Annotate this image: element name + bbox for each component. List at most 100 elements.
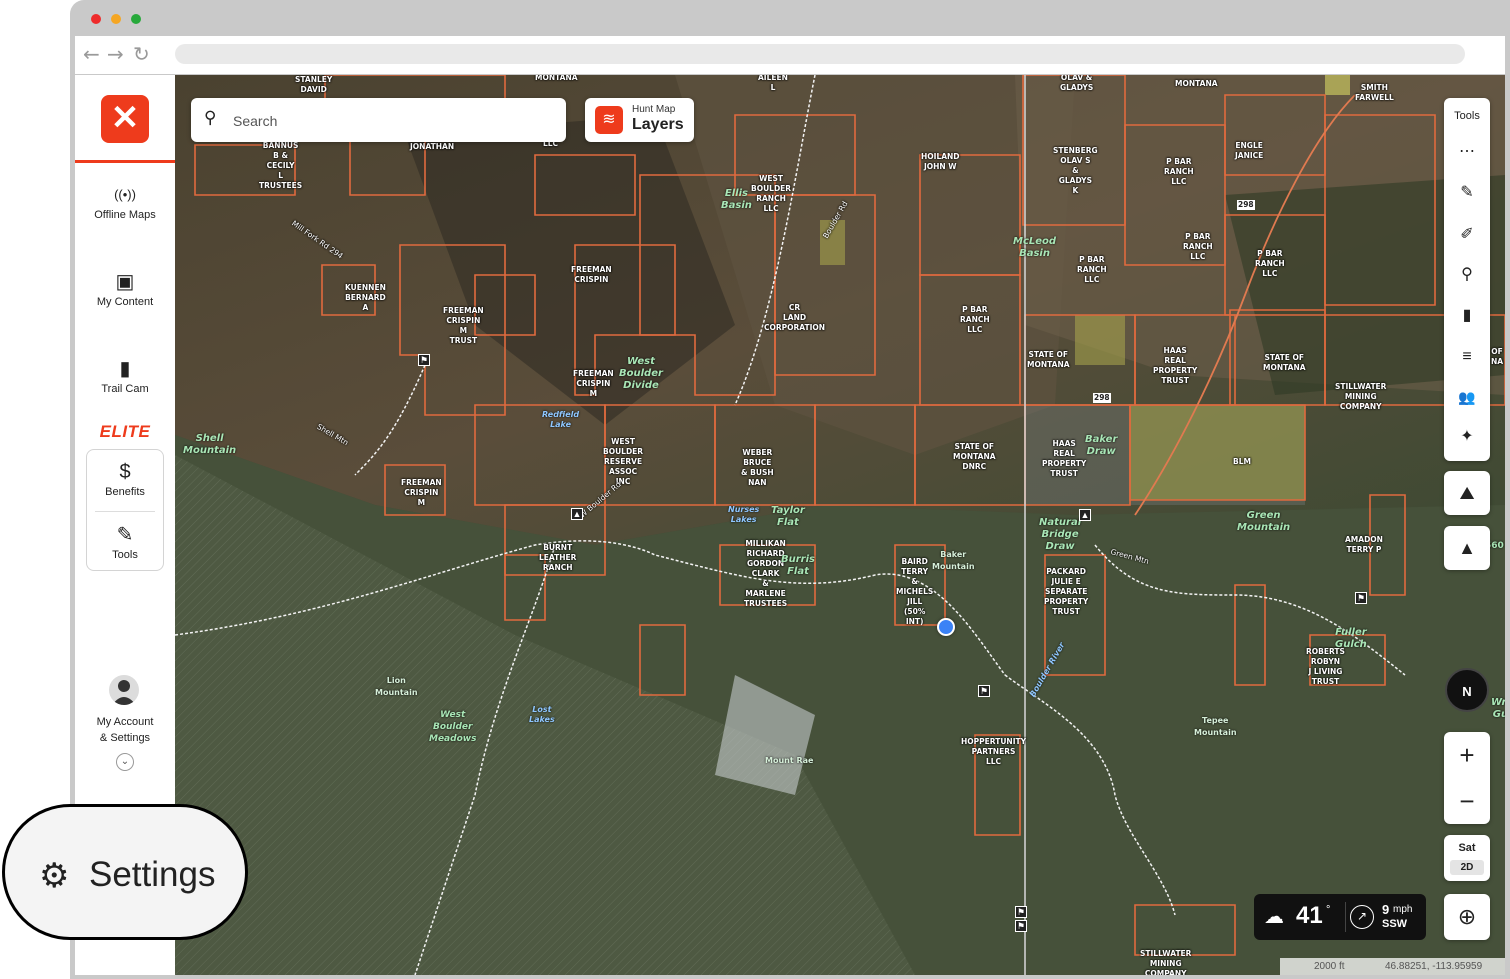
feature-label: Mount Rae xyxy=(765,756,814,765)
location-pin-icon[interactable]: ⚲ xyxy=(1452,260,1482,290)
temperature: 41 xyxy=(1296,902,1323,929)
parcel-label: STENBERG OLAV S & GLADYS K xyxy=(1053,146,1098,195)
sidebar-item-tools[interactable]: ✎ Tools xyxy=(75,521,175,561)
map-type-toggle[interactable]: Sat 2D xyxy=(1444,835,1490,881)
feature-label: Ellis Basin xyxy=(721,188,752,211)
tools-icon: ✎ xyxy=(116,524,134,546)
parcel-label: BAIRD TERRY & MICHELS JILL (50% INT) xyxy=(896,557,934,626)
sidebar-item-label: Trail Cam xyxy=(101,383,149,395)
onx-logo-button[interactable]: ✕ xyxy=(101,95,149,143)
my-account-settings[interactable]: My Account & Settings xyxy=(75,714,175,746)
sidebar-item-benefits[interactable]: $ Benefits xyxy=(75,458,175,498)
user-location-dot[interactable] xyxy=(937,618,955,636)
trailhead-icon[interactable]: ⚑ xyxy=(1355,592,1367,604)
tools-title: Tools xyxy=(1454,110,1480,122)
trailhead-icon[interactable]: ⚑ xyxy=(418,354,430,366)
close-window-dot[interactable] xyxy=(91,14,101,24)
trailhead-icon[interactable]: ⚑ xyxy=(1015,920,1027,932)
feature-label: Nurses Lakes xyxy=(728,505,760,524)
wind-icon[interactable]: ≡ xyxy=(1452,342,1482,372)
people-icon[interactable]: 👥 xyxy=(1452,382,1482,412)
parcel-label: STATE OF MONTANA xyxy=(1027,350,1070,369)
parcel-label: HAAS REAL PROPERTY TRUST xyxy=(1153,346,1198,385)
mountain-icon: ▲ xyxy=(1458,538,1476,558)
wind-speed: 9 xyxy=(1382,902,1390,917)
road-shield: 298 xyxy=(1093,393,1111,403)
feature-label: Redfield Lake xyxy=(542,410,580,429)
chevron-down-icon[interactable]: ⌄ xyxy=(116,753,134,771)
settings-callout[interactable]: ⚙ Settings xyxy=(2,804,248,940)
campground-icon[interactable]: ▲ xyxy=(1079,509,1091,521)
draw-line-icon[interactable]: ✎ xyxy=(1452,178,1482,208)
parcel-label: FREEMAN CRISPIN xyxy=(571,265,612,284)
search-bar[interactable]: ⚲ Search xyxy=(191,98,566,142)
parcel-label: FREEMAN CRISPIN M TRUST xyxy=(443,306,484,345)
parcel-label: PACKARD JULIE E SEPARATE PROPERTY TRUST xyxy=(1044,567,1089,616)
trailhead-icon[interactable]: ⚑ xyxy=(1015,906,1027,918)
draw-shape-icon[interactable]: ✐ xyxy=(1452,220,1482,250)
sidebar-item-my-content[interactable]: ▣ My Content xyxy=(75,268,175,308)
campground-icon[interactable]: ▲ xyxy=(571,508,583,520)
tools-panel: Tools ⋯ ✎ ✐ ⚲ ▮ ≡ 👥 ✦ xyxy=(1444,98,1490,461)
settings-label: & Settings xyxy=(99,732,151,744)
search-icon: ⚲ xyxy=(204,108,217,127)
maximize-window-dot[interactable] xyxy=(131,14,141,24)
back-arrow-icon[interactable]: ← xyxy=(83,42,100,66)
reload-icon[interactable]: ↻ xyxy=(133,42,150,66)
trail-camera-icon: ▮ xyxy=(119,358,131,380)
avatar[interactable] xyxy=(109,675,139,705)
parcel-label: WEST BOULDER RESERVE ASSOC INC xyxy=(603,437,644,486)
parcel-label: AILEEN L xyxy=(758,75,788,92)
dollar-circle-icon: $ xyxy=(119,461,131,483)
wind-direction: SSW xyxy=(1382,918,1408,930)
zoom-in-button[interactable]: + xyxy=(1444,732,1490,778)
trail-camera-icon[interactable]: ▮ xyxy=(1452,301,1482,331)
feature-label: Fuller Gulch xyxy=(1335,627,1367,650)
gps-locate-button[interactable]: ⊕ xyxy=(1444,894,1490,940)
sidebar-item-offline-maps[interactable]: ((•)) Offline Maps xyxy=(75,181,175,221)
feature-label: OF NA xyxy=(1491,347,1504,366)
scale-distance: 2000 ft xyxy=(1314,961,1345,972)
parcel-label: HAAS REAL PROPERTY TRUST xyxy=(1042,439,1087,478)
parcel-label: STANLEY DAVID xyxy=(295,75,333,94)
feature-label: McLeod Basin xyxy=(1013,236,1057,259)
satellite-icon[interactable]: ✦ xyxy=(1452,422,1482,452)
parcel-label: OLAV & GLADYS xyxy=(1060,75,1094,92)
parcel-label: P BAR RANCH LLC xyxy=(1255,249,1285,278)
wind-unit: mph xyxy=(1393,904,1413,915)
feature-label: West Boulder Meadows xyxy=(429,710,477,744)
weather-widget[interactable]: ☁ 41 ° ↗ 9 mph SSW xyxy=(1254,894,1426,940)
parcel-label: MONTANA xyxy=(1175,79,1218,88)
feature-label: Baker Draw xyxy=(1085,434,1118,457)
elite-label: ELITE xyxy=(99,422,151,441)
layers-subtitle: Hunt Map xyxy=(632,104,676,115)
3d-mountain-button[interactable]: ▲ xyxy=(1444,526,1490,570)
degree-symbol: ° xyxy=(1326,904,1331,916)
hunt-map-layers-button[interactable]: ≋ Hunt Map Layers xyxy=(585,98,694,142)
compass-button[interactable]: N xyxy=(1445,668,1489,712)
minimize-window-dot[interactable] xyxy=(111,14,121,24)
sidebar-item-label: Benefits xyxy=(105,486,145,498)
parcel-label: ENGLE JANICE xyxy=(1235,141,1264,160)
logo-underline xyxy=(75,160,175,163)
scale-bar: 2000 ft 46.88251, -113.95959 xyxy=(1280,958,1505,975)
feature-label: Taylor Flat xyxy=(771,505,805,528)
coordinates-readout: 46.88251, -113.95959 xyxy=(1385,961,1483,972)
map-canvas[interactable]: STANLEY DAVID MONTANA AILEEN L OLAV & GL… xyxy=(175,75,1505,975)
zoom-out-button[interactable]: − xyxy=(1444,778,1490,824)
feature-label: Tepee Mountain xyxy=(1194,716,1237,737)
browser-nav-bar: ← → ↻ xyxy=(75,36,1505,74)
parcel-label: P BAR RANCH LLC xyxy=(960,305,990,334)
address-bar[interactable] xyxy=(175,44,1465,64)
offline-signal-icon: ((•)) xyxy=(114,187,136,202)
terrain-button[interactable]: ⛰ xyxy=(1444,471,1490,515)
trailhead-icon[interactable]: ⚑ xyxy=(978,685,990,697)
sidebar-item-trail-cam[interactable]: ▮ Trail Cam xyxy=(75,355,175,395)
search-input[interactable]: Search xyxy=(233,113,277,129)
layers-title: Layers xyxy=(632,116,684,133)
parcel-label: MONTANA xyxy=(535,75,578,82)
parcel-label: JONATHAN xyxy=(410,142,455,151)
parcel-label: KUENNEN BERNARD A xyxy=(345,283,386,312)
forward-arrow-icon[interactable]: → xyxy=(107,42,124,66)
route-icon[interactable]: ⋯ xyxy=(1452,137,1482,167)
